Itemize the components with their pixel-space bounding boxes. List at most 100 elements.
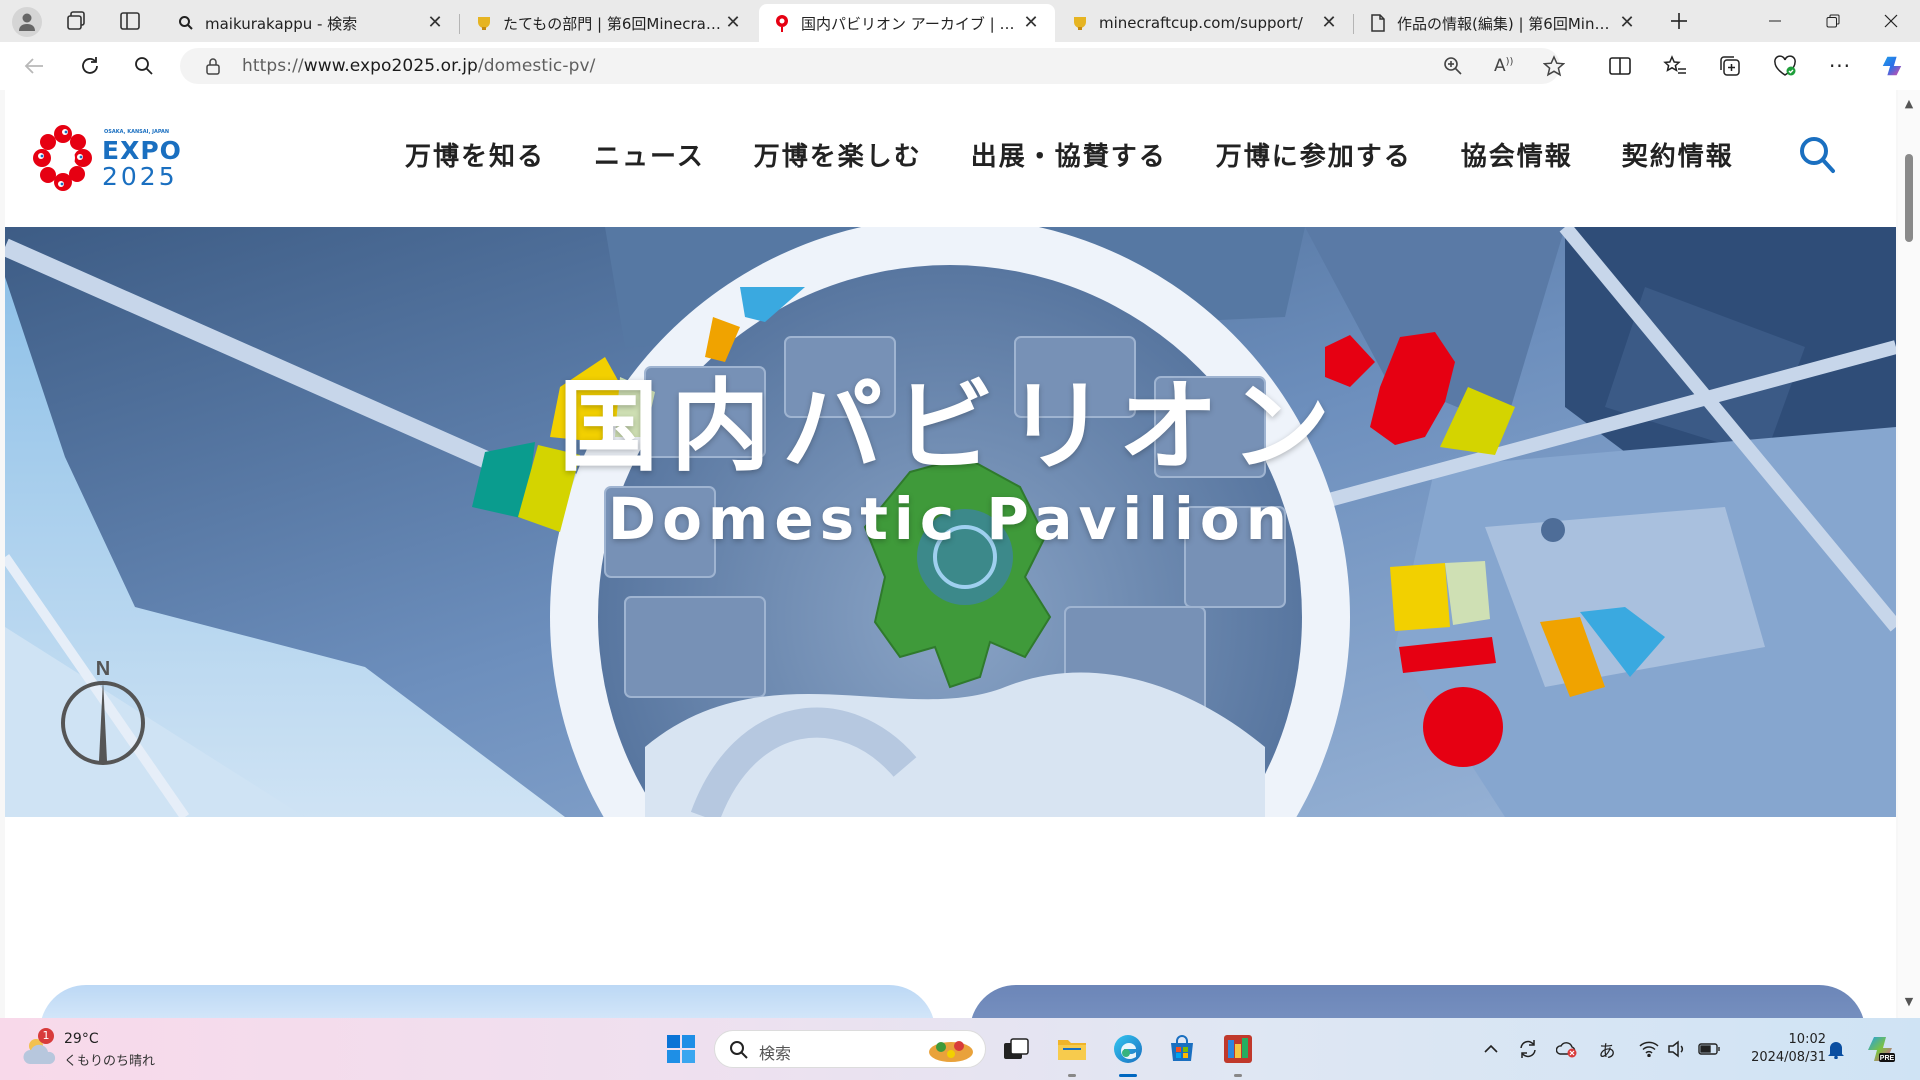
vertical-tabs-icon[interactable] bbox=[118, 9, 142, 33]
nav-exhibit-sponsor[interactable]: 出展・協賛する bbox=[971, 136, 1167, 173]
wifi-icon[interactable] bbox=[1638, 1038, 1660, 1060]
logo-tagline: OSAKA, KANSAI, JAPAN bbox=[104, 129, 170, 135]
search-icon[interactable] bbox=[132, 54, 156, 78]
tab-title: maikurakappu - 検索 bbox=[205, 14, 358, 33]
lock-icon[interactable] bbox=[205, 57, 221, 79]
clock-time: 10:02 bbox=[1788, 1032, 1826, 1047]
collections-icon[interactable] bbox=[1718, 54, 1742, 78]
close-tab-icon[interactable]: ✕ bbox=[425, 13, 445, 33]
read-aloud-icon[interactable]: A)) bbox=[1494, 56, 1513, 76]
tab-title: 国内パビリオン アーカイブ | EXPO 2025 bbox=[801, 14, 1021, 33]
browser-tab[interactable]: maikurakappu - 検索 ✕ bbox=[163, 4, 460, 42]
expo2025-logo[interactable]: OSAKA, KANSAI, JAPAN EXPO 2025 bbox=[31, 118, 181, 198]
file-explorer-icon[interactable] bbox=[1054, 1031, 1090, 1067]
tab-title: たてもの部門 | 第6回Minecraftカップ bbox=[503, 14, 723, 33]
compass-north-label: N bbox=[96, 658, 110, 680]
page-viewport: OSAKA, KANSAI, JAPAN EXPO 2025 万博を知る ニュー… bbox=[0, 90, 1920, 1018]
browser-tab[interactable]: 作品の情報(編集) | 第6回Minecraftカップ ✕ bbox=[1355, 4, 1651, 42]
address-bar[interactable]: https://www.expo2025.or.jp/domestic-pv/ … bbox=[180, 48, 1566, 84]
minecraft-cup-icon bbox=[475, 14, 493, 32]
profile-avatar-icon[interactable] bbox=[12, 7, 42, 37]
taskbar-search-placeholder: 検索 bbox=[759, 1044, 792, 1063]
close-window-icon[interactable] bbox=[1862, 0, 1920, 42]
minecraft-cup-icon bbox=[1071, 14, 1089, 32]
app-icon[interactable] bbox=[1220, 1031, 1256, 1067]
nav-about-expo[interactable]: 万博を知る bbox=[405, 136, 545, 173]
battery-icon[interactable] bbox=[1698, 1038, 1720, 1060]
favorites-list-icon[interactable] bbox=[1663, 54, 1687, 78]
taskbar-search-box[interactable]: 検索 bbox=[714, 1030, 986, 1068]
workspaces-icon[interactable] bbox=[64, 9, 88, 33]
system-clock[interactable]: 10:02 2024/08/31 bbox=[1736, 1031, 1826, 1067]
url-path: /domestic-pv/ bbox=[477, 56, 596, 76]
onedrive-error-icon[interactable] bbox=[1556, 1038, 1578, 1060]
start-button-icon[interactable] bbox=[663, 1031, 699, 1067]
browser-tab[interactable]: minecraftcup.com/support/ ✕ bbox=[1057, 4, 1354, 42]
site-header: OSAKA, KANSAI, JAPAN EXPO 2025 万博を知る ニュー… bbox=[5, 90, 1896, 227]
close-tab-icon[interactable]: ✕ bbox=[1021, 13, 1041, 33]
ime-mode-indicator[interactable]: あ bbox=[1596, 1038, 1618, 1062]
compass-icon: N bbox=[57, 657, 149, 773]
pavilion-card[interactable] bbox=[970, 985, 1865, 1018]
browser-toolbar: https://www.expo2025.or.jp/domestic-pv/ … bbox=[0, 42, 1920, 90]
nav-contract-info[interactable]: 契約情報 bbox=[1622, 136, 1734, 173]
nav-association-info[interactable]: 協会情報 bbox=[1461, 136, 1573, 173]
browser-tab[interactable]: たてもの部門 | 第6回Minecraftカップ ✕ bbox=[461, 4, 757, 42]
search-highlight-icon bbox=[925, 1035, 977, 1069]
scrollbar-thumb[interactable] bbox=[1905, 154, 1913, 242]
svg-text:PRE: PRE bbox=[1880, 1055, 1895, 1062]
global-nav: 万博を知る ニュース 万博を楽しむ 出展・協賛する 万博に参加する 協会情報 契… bbox=[405, 134, 1783, 174]
logo-expo-text: EXPO bbox=[102, 136, 182, 165]
url-text: https://www.expo2025.or.jp/domestic-pv/ bbox=[242, 56, 595, 76]
page-scrollbar[interactable]: ▲ ▼ bbox=[1898, 90, 1920, 1018]
url-scheme: https:// bbox=[242, 56, 304, 76]
web-page: OSAKA, KANSAI, JAPAN EXPO 2025 万博を知る ニュー… bbox=[5, 90, 1896, 1018]
browser-tab-active[interactable]: 国内パビリオン アーカイブ | EXPO 2025 ✕ bbox=[759, 4, 1055, 42]
close-tab-icon[interactable]: ✕ bbox=[723, 13, 743, 33]
sync-icon[interactable] bbox=[1517, 1038, 1539, 1060]
restore-window-icon[interactable] bbox=[1804, 0, 1862, 42]
windows-taskbar: 1 29°C くもりのち晴れ 検索 あ 10:02 2024/08/31 PRE bbox=[0, 1018, 1920, 1080]
close-tab-icon[interactable]: ✕ bbox=[1319, 13, 1339, 33]
favorite-star-icon[interactable] bbox=[1542, 55, 1566, 81]
nav-enjoy-expo[interactable]: 万博を楽しむ bbox=[754, 136, 922, 173]
microsoft-store-icon[interactable] bbox=[1164, 1031, 1200, 1067]
expo-pin-icon bbox=[773, 14, 791, 32]
edge-browser-icon[interactable] bbox=[1110, 1031, 1146, 1067]
scroll-down-arrow-icon[interactable]: ▼ bbox=[1903, 996, 1915, 1008]
logo-year-text: 2025 bbox=[102, 162, 178, 191]
hero-subtitle: Domestic Pavilion bbox=[607, 485, 1294, 553]
notification-bell-icon[interactable] bbox=[1825, 1038, 1847, 1060]
back-arrow-icon[interactable] bbox=[22, 54, 46, 78]
tab-title: minecraftcup.com/support/ bbox=[1099, 14, 1303, 32]
minimize-window-icon[interactable] bbox=[1746, 0, 1804, 42]
task-view-icon[interactable] bbox=[998, 1031, 1034, 1067]
search-icon bbox=[729, 1040, 749, 1064]
tab-title: 作品の情報(編集) | 第6回Minecraftカップ bbox=[1397, 14, 1617, 33]
weather-temperature: 29°C bbox=[64, 1031, 99, 1047]
tab-strip: maikurakappu - 検索 ✕ たてもの部門 | 第6回Minecraf… bbox=[0, 0, 1920, 42]
weather-widget[interactable]: 1 29°C くもりのち晴れ bbox=[22, 1028, 162, 1070]
pavilion-card[interactable] bbox=[40, 985, 935, 1018]
speaker-icon[interactable] bbox=[1666, 1038, 1688, 1060]
copilot-taskbar-icon[interactable]: PRE bbox=[1862, 1031, 1898, 1067]
scroll-up-arrow-icon[interactable]: ▲ bbox=[1903, 98, 1915, 110]
chevron-up-icon[interactable] bbox=[1480, 1038, 1502, 1060]
weather-alert-badge: 1 bbox=[38, 1028, 54, 1044]
nav-participate[interactable]: 万博に参加する bbox=[1216, 136, 1412, 173]
split-screen-icon[interactable] bbox=[1608, 54, 1632, 78]
refresh-icon[interactable] bbox=[78, 54, 102, 78]
hero-title: 国内パビリオン bbox=[558, 368, 1343, 485]
search-icon bbox=[177, 14, 195, 32]
new-tab-button[interactable] bbox=[1650, 0, 1708, 42]
hero-banner: 国内パビリオン Domestic Pavilion N bbox=[5, 227, 1896, 817]
site-search-icon[interactable] bbox=[1797, 134, 1839, 176]
weather-condition: くもりのち晴れ bbox=[64, 1054, 156, 1069]
url-host: www.expo2025.or.jp bbox=[303, 56, 478, 76]
close-tab-icon[interactable]: ✕ bbox=[1617, 13, 1637, 33]
nav-news[interactable]: ニュース bbox=[594, 136, 705, 173]
more-options-icon[interactable]: ··· bbox=[1828, 54, 1852, 78]
browser-essentials-icon[interactable] bbox=[1773, 54, 1797, 78]
copilot-icon[interactable] bbox=[1880, 54, 1904, 78]
zoom-icon[interactable] bbox=[1443, 56, 1463, 80]
